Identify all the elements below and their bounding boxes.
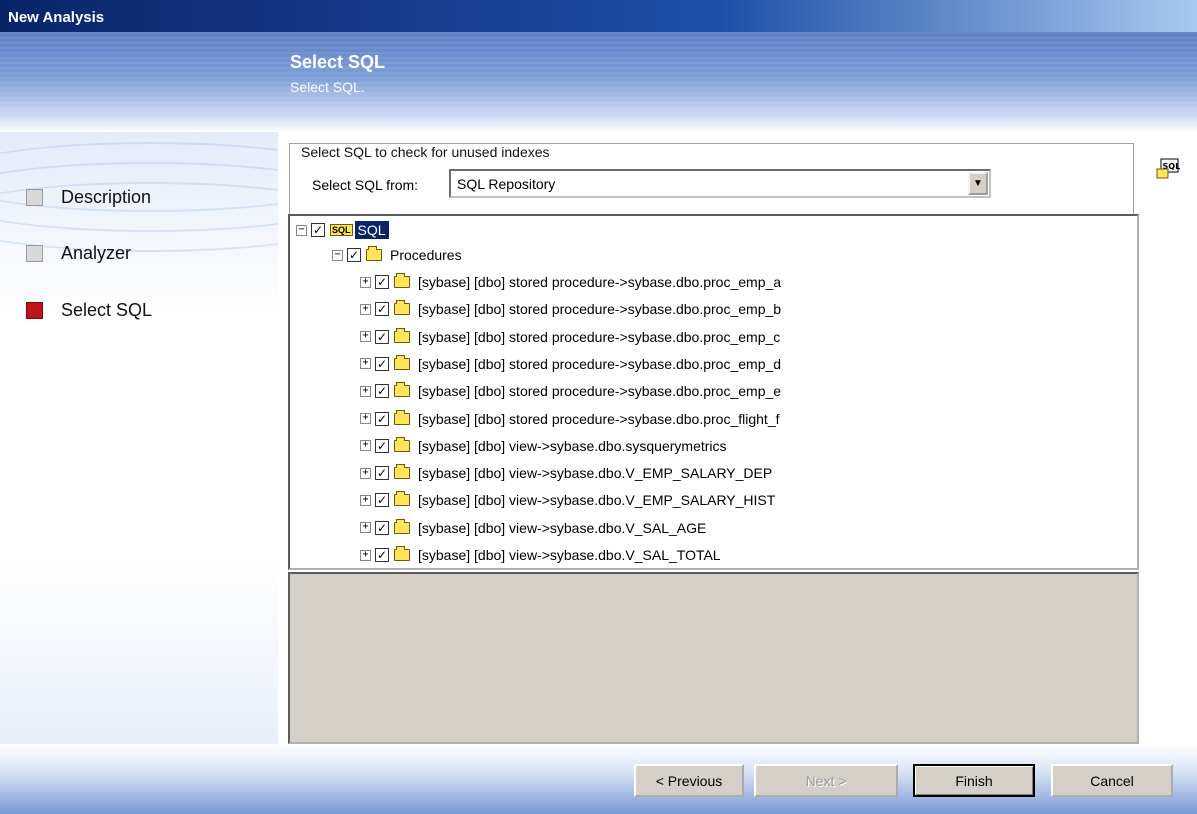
chevron-down-icon[interactable]: ▼ (968, 172, 988, 195)
step-select-sql[interactable]: Select SQL (26, 300, 152, 321)
item-checkbox[interactable]: ✓ (375, 438, 389, 453)
checkbox-procedures[interactable]: ✓ (347, 248, 361, 262)
cancel-button-label: Cancel (1090, 772, 1134, 789)
expand-icon[interactable]: + (360, 440, 371, 452)
step-indicator-active-icon (26, 302, 43, 319)
banner-subtitle: Select SQL. (290, 79, 365, 95)
item-checkbox[interactable]: ✓ (375, 493, 389, 508)
tree-item-label: [sybase] [dbo] view->sybase.dbo.V_SAL_TO… (418, 547, 721, 563)
folder-icon (394, 300, 410, 316)
expand-icon[interactable]: + (360, 276, 371, 288)
expand-icon[interactable]: + (360, 303, 371, 315)
step-indicator-icon (26, 189, 43, 206)
folder-icon (366, 246, 382, 261)
group-legend: Select SQL to check for unused indexes (299, 144, 552, 160)
sql-folder-icon: SQL (330, 224, 353, 236)
window-title-bar: New Analysis (0, 0, 1197, 32)
expand-icon[interactable]: + (360, 385, 371, 397)
tree-item[interactable]: + ✓ [sybase] [dbo] stored procedure->sybas… (360, 298, 781, 320)
folder-icon (394, 464, 410, 480)
select-sql-from-label: Select SQL from: (312, 177, 419, 193)
expand-icon[interactable]: + (360, 331, 371, 343)
folder-icon (394, 518, 410, 534)
banner-title: Select SQL (290, 52, 386, 72)
folder-icon (394, 382, 410, 398)
tree-node-label: Procedures (390, 247, 462, 263)
main-content: Select SQL to check for unused indexes S… (278, 132, 1197, 744)
tree-item[interactable]: + ✓ [sybase] [dbo] view->sybase.dbo.V_SAL_… (360, 544, 721, 566)
step-description[interactable]: Description (26, 187, 151, 208)
tree-item-label: [sybase] [dbo] view->sybase.dbo.V_EMP_SA… (418, 492, 776, 509)
step-label: Select SQL (61, 300, 153, 320)
item-checkbox[interactable]: ✓ (375, 356, 389, 371)
item-checkbox[interactable]: ✓ (375, 466, 389, 481)
wizard-footer: < Previous Next > Finish Cancel (0, 744, 1197, 814)
sql-source-dropdown[interactable]: SQL Repository ▼ (449, 169, 991, 198)
cancel-button[interactable]: Cancel (1051, 764, 1173, 797)
item-checkbox[interactable]: ✓ (375, 520, 389, 535)
tree-node-sql[interactable]: − ✓ SQL SQL (296, 219, 389, 241)
next-button-label: Next > (805, 772, 847, 789)
expand-icon[interactable]: + (360, 413, 371, 424)
previous-button-label: < Previous (655, 772, 723, 789)
tree-item-label: [sybase] [dbo] stored procedure->sybase.… (418, 410, 780, 427)
tree-item-label: [sybase] [dbo] view->sybase.dbo.V_EMP_SA… (418, 465, 773, 482)
tree-item-label: [sybase] [dbo] view->sybase.dbo.sysquery… (418, 437, 727, 454)
tree-item-label: [sybase] [dbo] stored procedure->sybase.… (418, 355, 782, 372)
tree-item[interactable]: + ✓ [sybase] [dbo] view->sybase.dbo.V_EMP_… (360, 489, 775, 511)
tree-item[interactable]: + ✓ [sybase] [dbo] view->sybase.dbo.V_EMP_… (360, 462, 772, 484)
folder-icon (394, 273, 410, 288)
step-label: Description (61, 187, 152, 207)
item-checkbox[interactable]: ✓ (375, 302, 389, 317)
finish-button-label: Finish (955, 772, 993, 789)
tree-item[interactable]: + ✓ [sybase] [dbo] view->sybase.dbo.sysque… (360, 435, 727, 457)
next-button: Next > (754, 764, 898, 797)
tree-item[interactable]: + ✓ [sybase] [dbo] view->sybase.dbo.V_SAL_… (360, 517, 706, 539)
item-checkbox[interactable]: ✓ (375, 384, 389, 399)
expand-icon[interactable]: + (360, 494, 371, 506)
expand-icon[interactable]: + (360, 549, 371, 561)
sql-editor-button[interactable]: SQL (1153, 155, 1183, 183)
folder-icon (394, 546, 410, 561)
tree-item[interactable]: + ✓ [sybase] [dbo] stored procedure->sybas… (360, 271, 781, 293)
expand-icon[interactable]: + (360, 467, 371, 479)
folder-icon (394, 354, 410, 370)
tree-item[interactable]: + ✓ [sybase] [dbo] stored procedure->sybas… (360, 408, 780, 430)
collapse-icon[interactable]: − (332, 249, 343, 261)
expand-icon[interactable]: + (360, 358, 371, 370)
collapse-icon[interactable]: − (296, 224, 307, 236)
tree-item-label: [sybase] [dbo] view->sybase.dbo.V_SAL_AG… (418, 519, 707, 536)
folder-icon (394, 409, 410, 425)
sql-preview-pane (288, 572, 1139, 744)
tree-item-label: [sybase] [dbo] stored procedure->sybase.… (418, 301, 782, 318)
item-checkbox[interactable]: ✓ (375, 411, 389, 426)
folder-icon (394, 491, 410, 507)
tree-item[interactable]: + ✓ [sybase] [dbo] stored procedure->sybas… (360, 380, 781, 402)
folder-icon (394, 327, 410, 343)
step-label: Analyzer (61, 243, 132, 263)
tree-node-procedures[interactable]: − ✓ Procedures (332, 244, 462, 266)
dropdown-value: SQL Repository (457, 176, 556, 192)
tree-item[interactable]: + ✓ [sybase] [dbo] stored procedure->sybas… (360, 326, 780, 348)
item-checkbox[interactable]: ✓ (375, 275, 389, 289)
tree-item-label: [sybase] [dbo] stored procedure->sybase.… (418, 383, 782, 400)
expand-icon[interactable]: + (360, 522, 371, 534)
item-checkbox[interactable]: ✓ (375, 329, 389, 344)
folder-icon (394, 436, 410, 452)
tree-item-label: [sybase] [dbo] stored procedure->sybase.… (418, 274, 782, 290)
tree-item-label: [sybase] [dbo] stored procedure->sybase.… (418, 328, 781, 345)
step-indicator-icon (26, 245, 43, 262)
tree-item[interactable]: + ✓ [sybase] [dbo] stored procedure->sybas… (360, 353, 781, 375)
window-title: New Analysis (8, 9, 105, 26)
steps-panel: Description Analyzer Select SQL (0, 132, 278, 744)
wizard-banner: Select SQL Select SQL. (0, 32, 1197, 132)
sql-tree[interactable]: − ✓ SQL SQL − ✓ Procedures + ✓ [sybase] [d… (288, 214, 1139, 570)
checkbox-sql[interactable]: ✓ (311, 223, 325, 237)
previous-button[interactable]: < Previous (634, 764, 744, 797)
step-analyzer[interactable]: Analyzer (26, 243, 131, 264)
sql-icon: SQL (1156, 158, 1180, 179)
tree-node-label: SQL (354, 221, 389, 239)
finish-button[interactable]: Finish (913, 764, 1035, 797)
item-checkbox[interactable]: ✓ (375, 548, 389, 562)
